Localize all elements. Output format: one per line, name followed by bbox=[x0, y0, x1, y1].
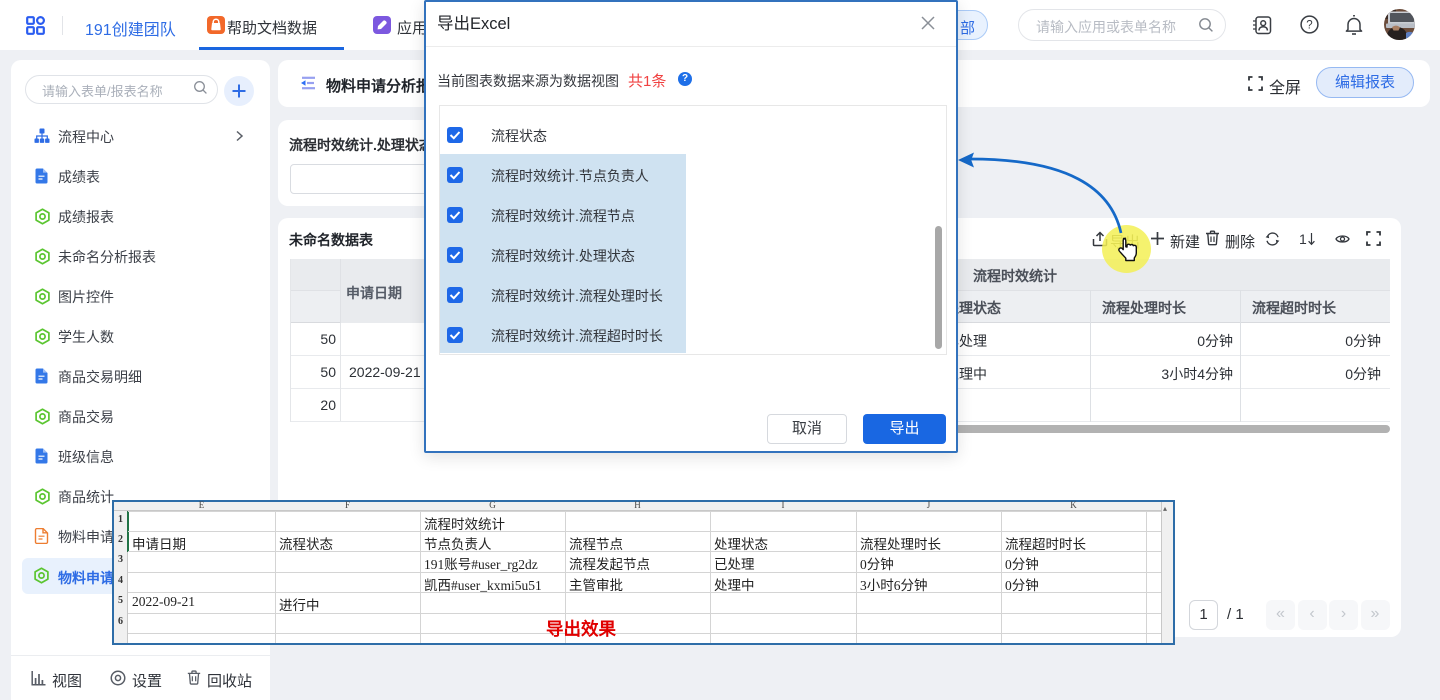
svg-text:?: ? bbox=[1306, 20, 1312, 32]
